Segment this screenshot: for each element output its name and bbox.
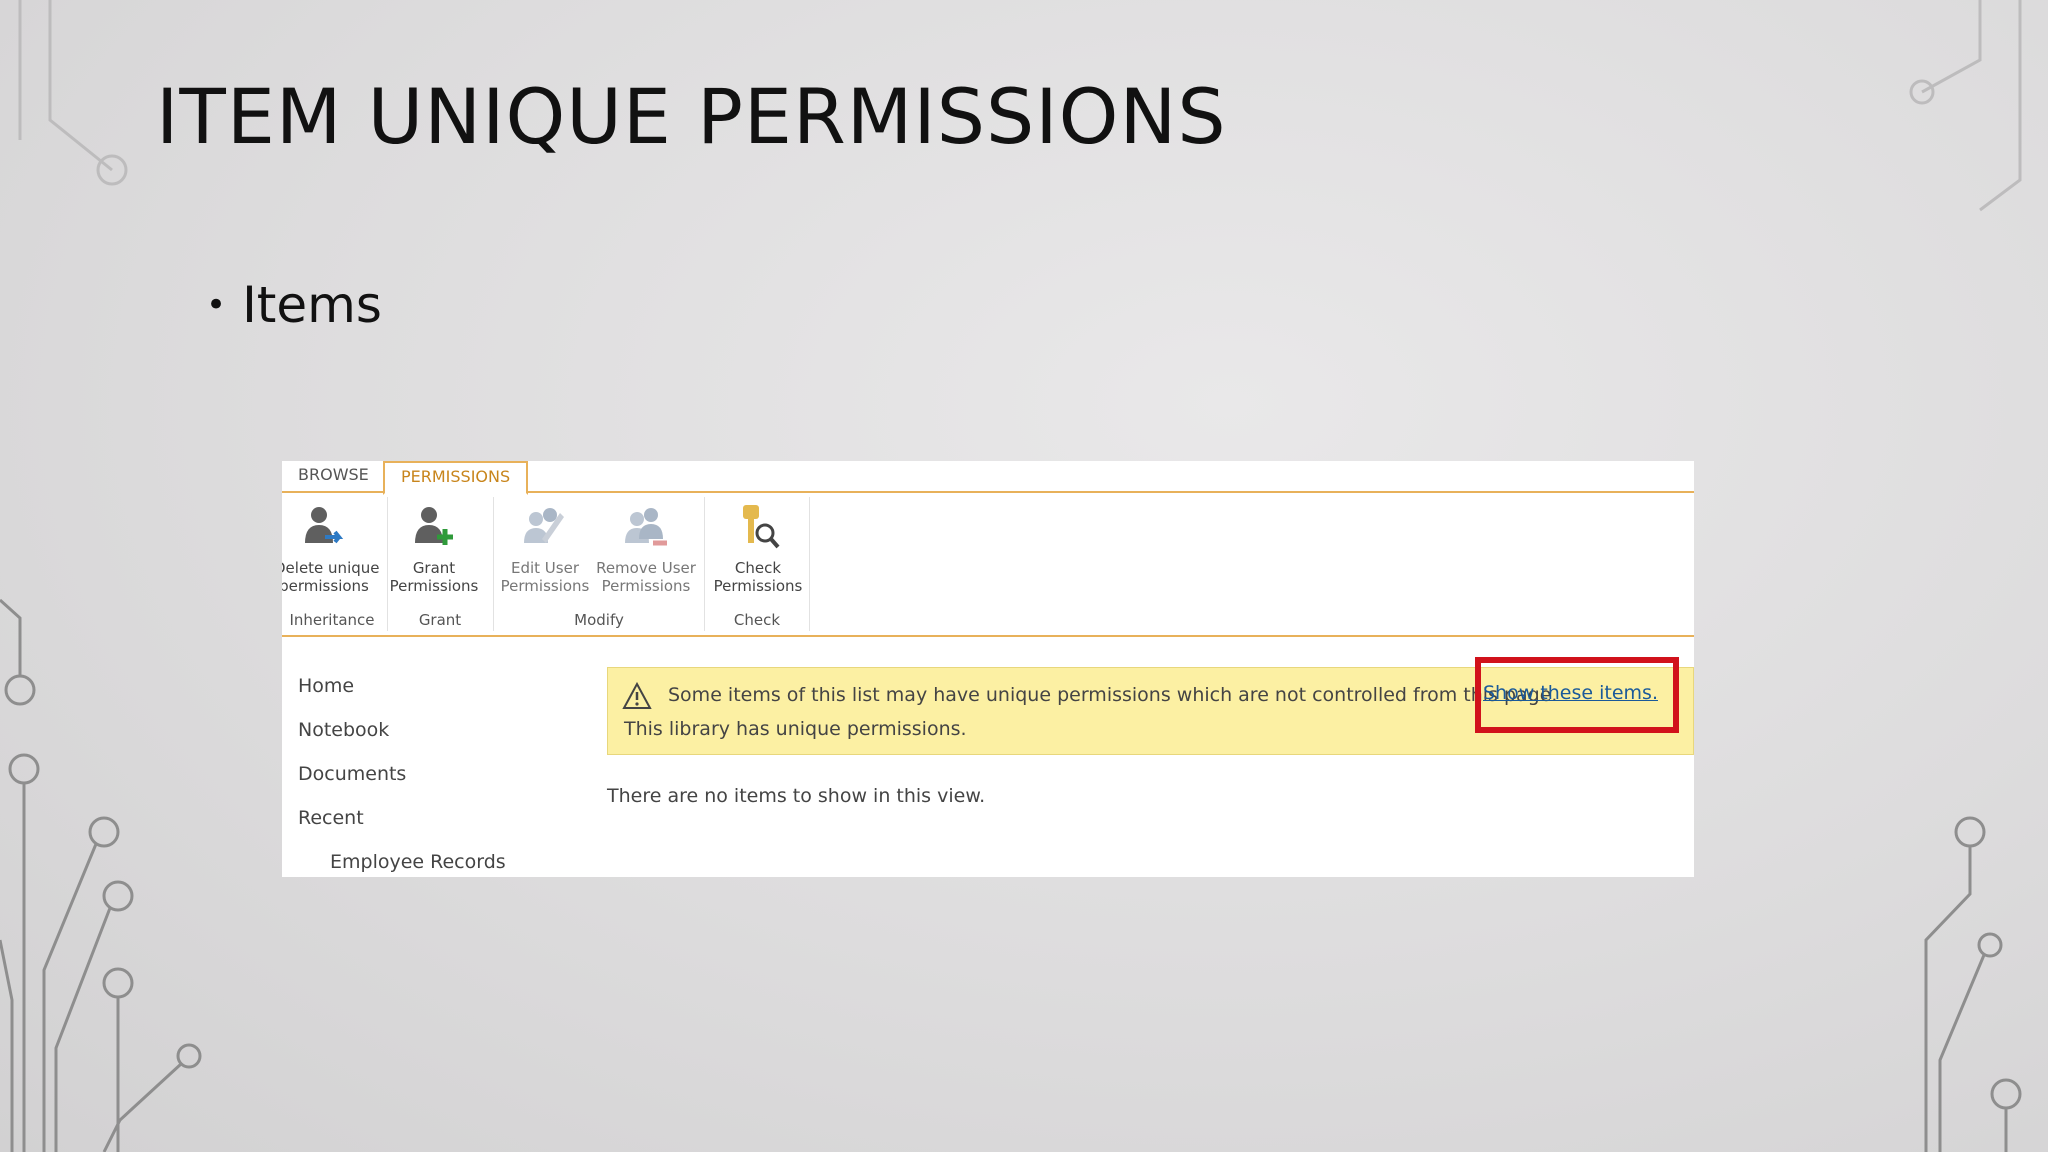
nav-item-employee-records[interactable]: Employee Records — [298, 851, 506, 877]
check-label-line1: Check — [734, 559, 782, 577]
tab-browse[interactable]: BROWSE — [282, 461, 385, 491]
highlight-box — [1475, 657, 1679, 733]
nav-item-notebook[interactable]: Notebook — [298, 719, 506, 763]
empty-view-message: There are no items to show in this view. — [607, 785, 986, 807]
ribbon-separator — [809, 497, 810, 631]
edit-label-line2: Permissions — [500, 577, 590, 595]
group-inheritance: Inheritance — [289, 611, 375, 629]
bullet-text: Items — [242, 276, 382, 334]
bullet-dot: • — [206, 285, 227, 325]
check-label-line2: Permissions — [713, 577, 803, 595]
grant-permissions-button[interactable]: Grant Permissions — [386, 493, 482, 605]
group-check: Check — [733, 611, 781, 629]
users-minus-icon — [625, 508, 667, 546]
quick-launch-nav: Home Notebook Documents Recent Employee … — [298, 675, 506, 877]
group-modify: Modify — [574, 611, 624, 629]
delete-unique-permissions-button[interactable]: Delete unique permissions — [282, 493, 380, 605]
notice-text: Some items of this list may have unique … — [668, 684, 1558, 706]
grant-label-line1: Grant — [412, 559, 456, 577]
edit-label-line1: Edit User — [510, 559, 579, 577]
bullet-item: • Items — [206, 276, 382, 334]
notice-library-text: This library has unique permissions. — [624, 718, 967, 740]
nav-item-documents[interactable]: Documents — [298, 763, 506, 807]
warning-icon — [622, 682, 652, 709]
ribbon-tabs: BROWSE PERMISSIONS — [282, 461, 1694, 495]
group-grant: Grant — [418, 611, 462, 629]
user-arrow-icon — [305, 507, 344, 544]
delete-label-line2: permissions — [282, 577, 369, 595]
remove-label-line2: Permissions — [601, 577, 691, 595]
delete-label-line1: Delete unique — [282, 559, 380, 577]
check-permissions-button[interactable]: Check Permissions — [710, 493, 806, 605]
slide-title: ITEM UNIQUE PERMISSIONS — [156, 72, 1227, 161]
grant-label-line2: Permissions — [389, 577, 479, 595]
tab-permissions[interactable]: PERMISSIONS — [383, 461, 529, 495]
remove-label-line1: Remove User — [596, 559, 696, 577]
edit-user-permissions-button[interactable]: Edit User Permissions — [500, 493, 590, 605]
nav-item-recent[interactable]: Recent — [298, 807, 506, 851]
user-plus-icon — [415, 507, 453, 545]
key-search-icon — [743, 505, 780, 549]
ribbon: Delete unique permissions Grant Permissi… — [282, 493, 1694, 637]
users-edit-icon — [524, 508, 564, 543]
nav-item-home[interactable]: Home — [298, 675, 506, 719]
remove-user-permissions-button[interactable]: Remove User Permissions — [594, 493, 698, 605]
